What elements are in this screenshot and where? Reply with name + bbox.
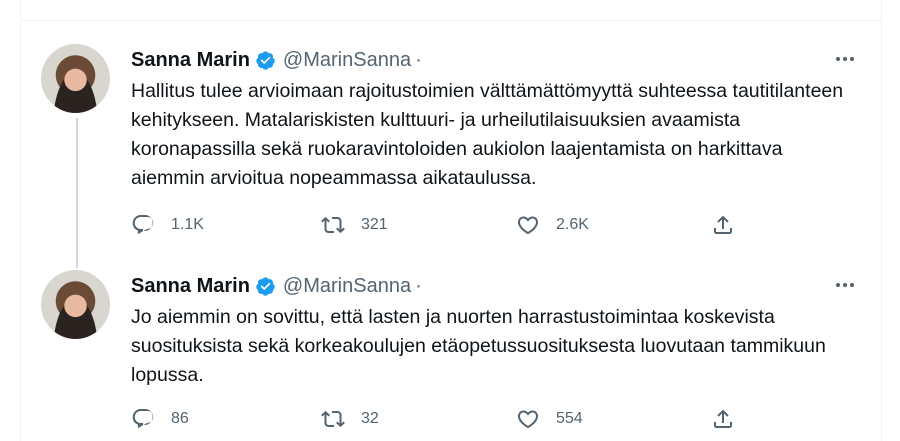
- reply-count: 1.1K: [171, 216, 204, 233]
- verified-badge-icon: [256, 276, 275, 296]
- reply-icon: [132, 409, 154, 429]
- share-icon: [714, 409, 732, 428]
- reply-button[interactable]: 1.1K: [131, 211, 204, 239]
- share-button[interactable]: [711, 405, 735, 433]
- retweet-button[interactable]: 321: [321, 211, 388, 239]
- tweet-thread: Sanna Marin @MarinSanna · Hallitus tulee…: [20, 0, 882, 441]
- tweet-text: Hallitus tulee arvioimaan rajoitustoimie…: [131, 80, 844, 189]
- header-separator: ·: [415, 274, 422, 297]
- more-options-icon[interactable]: [831, 49, 859, 69]
- verified-badge-icon: [256, 50, 275, 70]
- retweet-count: 321: [361, 216, 388, 233]
- top-divider: [21, 20, 881, 21]
- author-name[interactable]: Sanna Marin: [131, 275, 250, 298]
- retweet-count: 32: [361, 410, 379, 427]
- avatar[interactable]: [41, 270, 110, 339]
- tweet-text: Jo aiemmin on sovittu, että lasten ja nu…: [131, 306, 826, 386]
- retweet-icon: [321, 216, 345, 234]
- author-name[interactable]: Sanna Marin: [131, 49, 250, 72]
- tweet[interactable]: Sanna Marin @MarinSanna · Hallitus tulee…: [21, 41, 883, 261]
- reply-count: 86: [171, 410, 189, 427]
- like-count: 554: [556, 410, 583, 427]
- retweet-button[interactable]: 32: [321, 405, 379, 433]
- tweet-header: Sanna Marin @MarinSanna ·: [131, 48, 422, 72]
- like-button[interactable]: 2.6K: [516, 211, 589, 239]
- retweet-icon: [321, 410, 345, 428]
- like-count: 2.6K: [556, 216, 589, 233]
- share-icon: [714, 215, 732, 234]
- reply-icon: [132, 215, 154, 235]
- tweet-header: Sanna Marin @MarinSanna ·: [131, 274, 422, 298]
- author-handle[interactable]: @MarinSanna: [283, 49, 411, 72]
- author-handle[interactable]: @MarinSanna: [283, 275, 411, 298]
- like-icon: [517, 216, 539, 235]
- avatar[interactable]: [41, 44, 110, 113]
- more-options-icon[interactable]: [831, 275, 859, 295]
- tweet[interactable]: Sanna Marin @MarinSanna · Jo aiemmin on …: [21, 267, 883, 441]
- like-icon: [517, 410, 539, 429]
- reply-button[interactable]: 86: [131, 405, 189, 433]
- header-separator: ·: [415, 48, 422, 71]
- share-button[interactable]: [711, 211, 735, 239]
- like-button[interactable]: 554: [516, 405, 583, 433]
